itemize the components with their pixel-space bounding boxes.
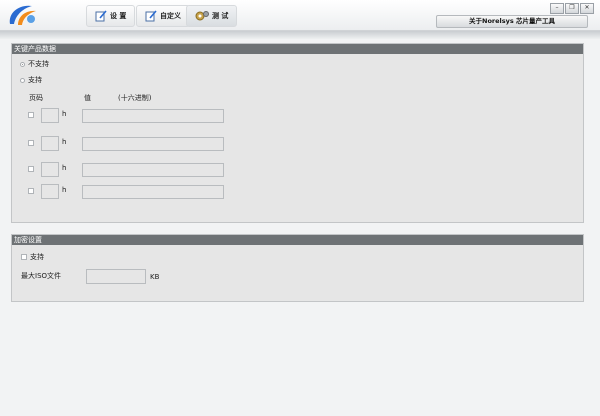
tab-settings-label: 设 置 [110,12,127,20]
app-logo-icon [9,5,36,25]
title-bar: 设 置 自定义 测 试 – ❐ ✕ 关于Norelsys 芯片量产工具 [0,0,600,31]
row-checkbox[interactable] [28,140,34,146]
column-page-label: 页码 [29,94,43,102]
encryption-panel: 加密设置 支持 最大ISO文件 KB [11,234,584,302]
column-value-label: 值 [84,94,91,102]
tab-custom[interactable]: 自定义 [136,5,190,27]
radio-label: 支持 [28,76,42,84]
edit-icon [145,10,157,22]
hex-suffix: h [62,164,67,172]
checkbox[interactable] [21,254,27,260]
radio-not-supported[interactable]: 不支持 [20,59,49,69]
tab-test[interactable]: 测 试 [186,5,238,27]
hex-suffix: h [62,138,67,146]
header-stripe [0,31,600,39]
radio-label: 不支持 [28,60,49,68]
product-data-panel: 关键产品数据 不支持 支持 页码 值 (十六进制) h h h h [11,43,584,223]
tab-settings[interactable]: 设 置 [86,5,136,27]
about-button[interactable]: 关于Norelsys 芯片量产工具 [436,15,588,28]
value-input[interactable] [82,163,224,177]
page-input[interactable] [41,162,59,177]
row-checkbox[interactable] [28,112,34,118]
hex-suffix: h [62,186,67,194]
row-checkbox[interactable] [28,188,34,194]
minimize-icon[interactable]: – [550,3,564,14]
edit-icon [95,10,107,22]
tab-test-label: 测 试 [212,12,229,20]
radio-supported[interactable]: 支持 [20,75,42,85]
gears-icon [195,11,209,21]
checkbox-label: 支持 [30,253,44,261]
radio-button[interactable] [20,77,25,83]
page-input[interactable] [41,108,59,123]
page-input[interactable] [41,184,59,199]
value-input[interactable] [82,137,224,151]
page-input[interactable] [41,136,59,151]
encryption-support-checkbox[interactable]: 支持 [21,252,44,262]
panel-title: 关键产品数据 [12,44,583,54]
value-input[interactable] [82,109,224,123]
hex-suffix: h [62,110,67,118]
row-checkbox[interactable] [28,166,34,172]
column-hex-label: (十六进制) [118,94,152,102]
restore-icon[interactable]: ❐ [565,3,579,14]
window-controls: – ❐ ✕ [550,3,594,14]
max-iso-label: 最大ISO文件 [21,272,62,280]
close-icon[interactable]: ✕ [580,3,594,14]
tab-custom-label: 自定义 [160,12,181,20]
max-iso-input[interactable] [86,269,146,284]
radio-button[interactable] [20,61,25,67]
unit-label: KB [150,273,160,281]
panel-title: 加密设置 [12,235,583,245]
value-input[interactable] [82,185,224,199]
